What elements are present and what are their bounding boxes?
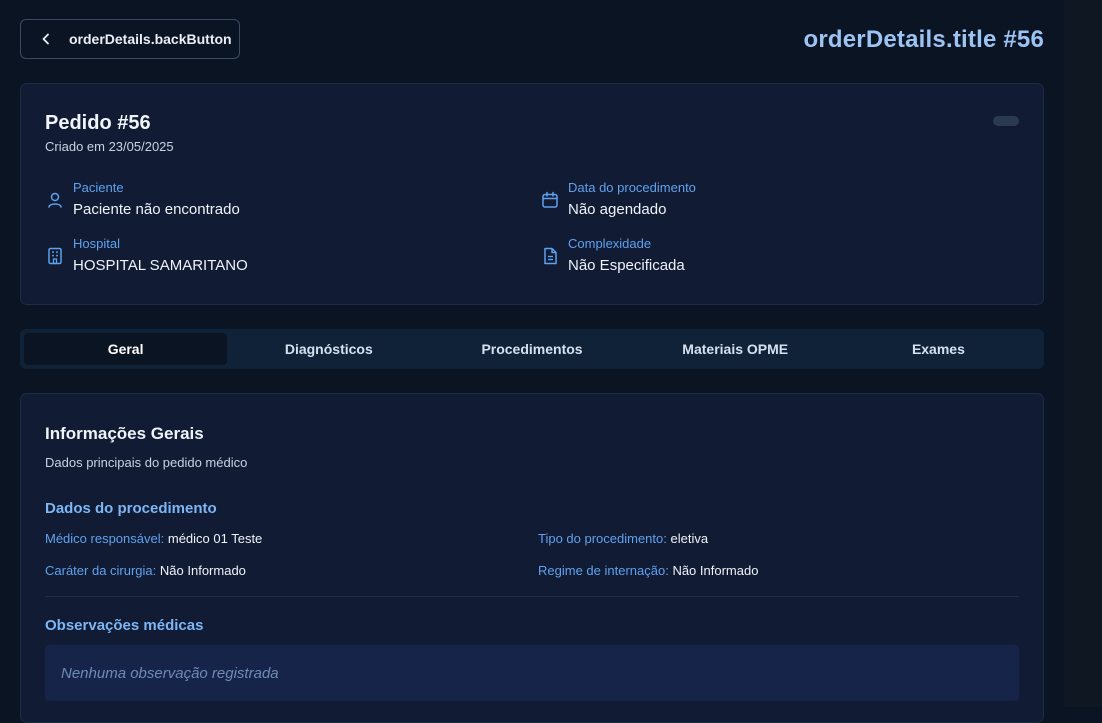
order-created-date: Criado em 23/05/2025 [45, 139, 174, 154]
complexity-value: Não Especificada [568, 257, 685, 274]
hospital-info: Hospital HOSPITAL SAMARITANO [45, 236, 248, 276]
tab-materiais-opme[interactable]: Materiais OPME [634, 333, 837, 365]
surgery-character-field: Caráter da cirurgia: Não Informado [45, 563, 246, 578]
status-badge [993, 116, 1019, 126]
procedure-data-heading: Dados do procedimento [45, 500, 217, 517]
procedure-type-field: Tipo do procedimento: eletiva [538, 531, 708, 546]
order-summary-card: Pedido #56 Criado em 23/05/2025 Paciente… [20, 83, 1044, 305]
section-subtitle: Dados principais do pedido médico [45, 455, 248, 470]
complexity-info: Complexidade Não Especificada [540, 236, 685, 276]
patient-label: Paciente [73, 180, 124, 195]
surgery-character-label: Caráter da cirurgia: [45, 563, 157, 578]
building-icon [45, 246, 65, 266]
back-button-label: orderDetails.backButton [69, 31, 232, 47]
admission-regime-value: Não Informado [672, 563, 759, 578]
procedure-type-label: Tipo do procedimento: [538, 531, 667, 546]
procedure-date-label: Data do procedimento [568, 180, 696, 195]
hospital-value: HOSPITAL SAMARITANO [73, 257, 248, 274]
doctor-label: Médico responsável: [45, 531, 165, 546]
procedure-type-value: eletiva [670, 531, 709, 546]
tab-diagnosticos[interactable]: Diagnósticos [227, 333, 430, 365]
procedure-date-info: Data do procedimento Não agendado [540, 180, 696, 220]
user-icon [45, 190, 65, 210]
tab-exames[interactable]: Exames [837, 333, 1040, 365]
tab-procedimentos[interactable]: Procedimentos [430, 333, 633, 365]
observations-box: Nenhuma observação registrada [45, 645, 1019, 701]
surgery-character-value: Não Informado [159, 563, 246, 578]
calendar-icon [540, 190, 560, 210]
general-info-card: Informações Gerais Dados principais do p… [20, 393, 1044, 723]
observations-empty-text: Nenhuma observação registrada [61, 664, 279, 682]
doctor-field: Médico responsável: médico 01 Teste [45, 531, 262, 546]
admission-regime-field: Regime de internação: Não Informado [538, 563, 758, 578]
tab-bar: Geral Diagnósticos Procedimentos Materia… [20, 329, 1044, 369]
procedure-date-value: Não agendado [568, 201, 667, 218]
back-button[interactable]: orderDetails.backButton [20, 19, 240, 59]
hospital-label: Hospital [73, 236, 120, 251]
tab-geral[interactable]: Geral [24, 333, 228, 365]
section-title: Informações Gerais [45, 424, 204, 443]
scrollbar-track[interactable] [1064, 0, 1102, 707]
observations-heading: Observações médicas [45, 617, 204, 634]
order-name: Pedido #56 [45, 112, 151, 134]
patient-info: Paciente Paciente não encontrado [45, 180, 240, 220]
complexity-label: Complexidade [568, 236, 652, 251]
document-icon [540, 246, 560, 266]
order-details-page: orderDetails.backButton orderDetails.tit… [0, 0, 1064, 723]
divider [45, 596, 1019, 597]
page-title: orderDetails.title #56 [803, 26, 1044, 53]
patient-value: Paciente não encontrado [73, 201, 240, 218]
admission-regime-label: Regime de internação: [538, 563, 669, 578]
chevron-left-icon [39, 32, 53, 46]
doctor-value: médico 01 Teste [167, 531, 263, 546]
